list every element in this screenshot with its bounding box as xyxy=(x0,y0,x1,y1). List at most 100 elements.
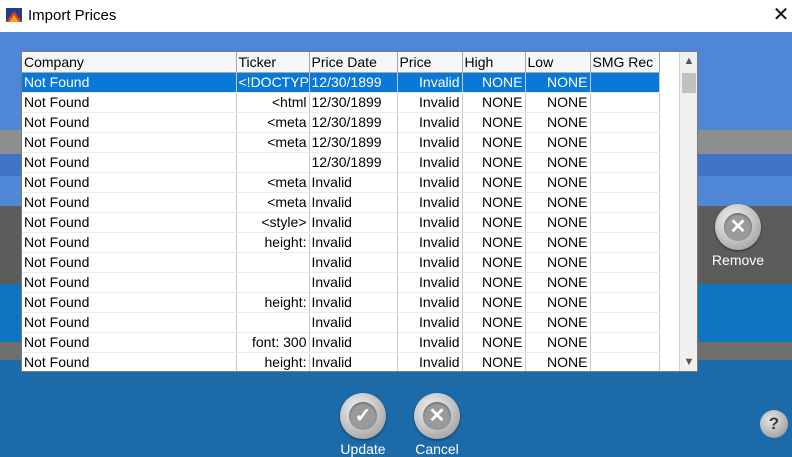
table-cell: Invalid xyxy=(309,312,398,333)
table-cell: Invalid xyxy=(397,292,463,313)
column-header-price-date[interactable]: Price Date xyxy=(309,52,398,73)
vertical-scrollbar[interactable]: ▲ ▼ xyxy=(679,52,697,371)
scroll-up-icon[interactable]: ▲ xyxy=(680,52,697,70)
x-icon: ✕ xyxy=(724,213,752,241)
table-cell: Invalid xyxy=(397,112,463,133)
table-cell: height: xyxy=(236,352,310,371)
table-row[interactable]: Not Found <html 12/30/1899 Invalid NONE NONE xyxy=(22,92,660,113)
table-cell: Not Found xyxy=(22,272,237,293)
table-cell: Not Found xyxy=(22,232,237,253)
table-cell: <meta xyxy=(236,192,310,213)
table-row[interactable]: Not Found height: Invalid Invalid NONE NONE xyxy=(22,352,660,371)
check-icon: ✓ xyxy=(349,402,377,430)
table-cell xyxy=(236,272,310,293)
scrollbar-thumb[interactable] xyxy=(682,73,696,93)
x-icon: ✕ xyxy=(423,402,451,430)
window-title: Import Prices xyxy=(28,7,117,24)
table-cell: NONE xyxy=(525,72,591,93)
table-cell: NONE xyxy=(462,152,526,173)
table-row[interactable]: Not Found Invalid Invalid NONE NONE xyxy=(22,312,660,333)
table-cell: NONE xyxy=(462,172,526,193)
table-row[interactable]: Not Found Invalid Invalid NONE NONE xyxy=(22,252,660,273)
table-row[interactable]: Not Found <meta Invalid Invalid NONE NONE xyxy=(22,192,660,213)
remove-label: Remove xyxy=(711,252,765,268)
table-cell: Invalid xyxy=(309,192,398,213)
table-cell: Not Found xyxy=(22,212,237,233)
table-cell: NONE xyxy=(462,212,526,233)
table-cell xyxy=(590,92,660,113)
table-cell: Invalid xyxy=(309,232,398,253)
table-cell: NONE xyxy=(462,272,526,293)
table-cell: Invalid xyxy=(397,192,463,213)
table-cell: NONE xyxy=(525,132,591,153)
table-cell xyxy=(590,232,660,253)
table-cell: Not Found xyxy=(22,72,237,93)
table-cell: NONE xyxy=(525,152,591,173)
table-row[interactable]: Not Found height: Invalid Invalid NONE NONE xyxy=(22,292,660,313)
table-cell xyxy=(590,332,660,353)
table-cell: Invalid xyxy=(309,272,398,293)
table-cell: Invalid xyxy=(397,312,463,333)
table-cell: NONE xyxy=(462,192,526,213)
table-cell: Not Found xyxy=(22,352,237,371)
column-header-price[interactable]: Price xyxy=(397,52,463,73)
prices-grid[interactable]: Company Ticker Price Date Price High Low… xyxy=(21,51,698,372)
table-cell xyxy=(590,312,660,333)
table-row[interactable]: Not Found <meta Invalid Invalid NONE NONE xyxy=(22,172,660,193)
table-row[interactable]: Not Found <style> Invalid Invalid NONE NONE xyxy=(22,212,660,233)
table-row[interactable]: Not Found font: 300 Invalid Invalid NONE NONE xyxy=(22,332,660,353)
table-cell xyxy=(590,192,660,213)
table-cell: NONE xyxy=(462,132,526,153)
table-cell: Invalid xyxy=(397,212,463,233)
table-cell: Invalid xyxy=(309,252,398,273)
help-icon[interactable]: ? xyxy=(760,410,788,438)
close-icon[interactable]: ✕ xyxy=(770,4,792,26)
table-cell xyxy=(590,272,660,293)
table-cell: NONE xyxy=(525,312,591,333)
table-cell xyxy=(590,112,660,133)
table-row[interactable]: Not Found height: Invalid Invalid NONE NONE xyxy=(22,232,660,253)
table-cell: NONE xyxy=(462,112,526,133)
column-header-low[interactable]: Low xyxy=(525,52,591,73)
column-header-smg-rec[interactable]: SMG Rec xyxy=(590,52,660,73)
table-cell: NONE xyxy=(462,72,526,93)
table-cell: NONE xyxy=(525,252,591,273)
column-header-high[interactable]: High xyxy=(462,52,526,73)
column-header-company[interactable]: Company xyxy=(22,52,237,73)
table-cell: Invalid xyxy=(397,332,463,353)
header-row: Company Ticker Price Date Price High Low… xyxy=(22,52,660,73)
app-icon xyxy=(6,8,22,22)
table-cell: Not Found xyxy=(22,172,237,193)
column-header-ticker[interactable]: Ticker xyxy=(236,52,310,73)
table-cell: 12/30/1899 xyxy=(309,152,398,173)
table-cell: NONE xyxy=(462,312,526,333)
table-cell: <meta xyxy=(236,132,310,153)
remove-button[interactable]: ✕ xyxy=(715,204,761,250)
table-row[interactable]: Not Found 12/30/1899 Invalid NONE NONE xyxy=(22,152,660,173)
table-cell: NONE xyxy=(462,332,526,353)
table-cell xyxy=(236,312,310,333)
table-row[interactable]: Not Found <meta 12/30/1899 Invalid NONE NONE xyxy=(22,112,660,133)
table-cell: Invalid xyxy=(397,352,463,371)
table-cell: Invalid xyxy=(397,272,463,293)
table-cell: Invalid xyxy=(397,252,463,273)
table-cell: Not Found xyxy=(22,252,237,273)
table-cell: Invalid xyxy=(397,172,463,193)
table-cell xyxy=(590,352,660,371)
table-cell: <meta xyxy=(236,172,310,193)
table-cell: NONE xyxy=(525,92,591,113)
prices-table: Company Ticker Price Date Price High Low… xyxy=(22,52,660,371)
table-cell xyxy=(236,252,310,273)
update-label: Update xyxy=(340,441,386,457)
table-row[interactable]: Not Found <meta 12/30/1899 Invalid NONE NONE xyxy=(22,132,660,153)
table-cell: 12/30/1899 xyxy=(309,72,398,93)
table-cell: NONE xyxy=(525,112,591,133)
scroll-down-icon[interactable]: ▼ xyxy=(680,353,697,371)
cancel-button[interactable]: ✕ xyxy=(414,393,460,439)
table-cell: Not Found xyxy=(22,332,237,353)
table-row[interactable]: Not Found<!DOCTYPE12/30/1899InvalidNONEN… xyxy=(22,72,660,93)
table-row[interactable]: Not Found Invalid Invalid NONE NONE xyxy=(22,272,660,293)
update-button[interactable]: ✓ xyxy=(340,393,386,439)
table-cell: Not Found xyxy=(22,132,237,153)
table-cell xyxy=(236,152,310,173)
